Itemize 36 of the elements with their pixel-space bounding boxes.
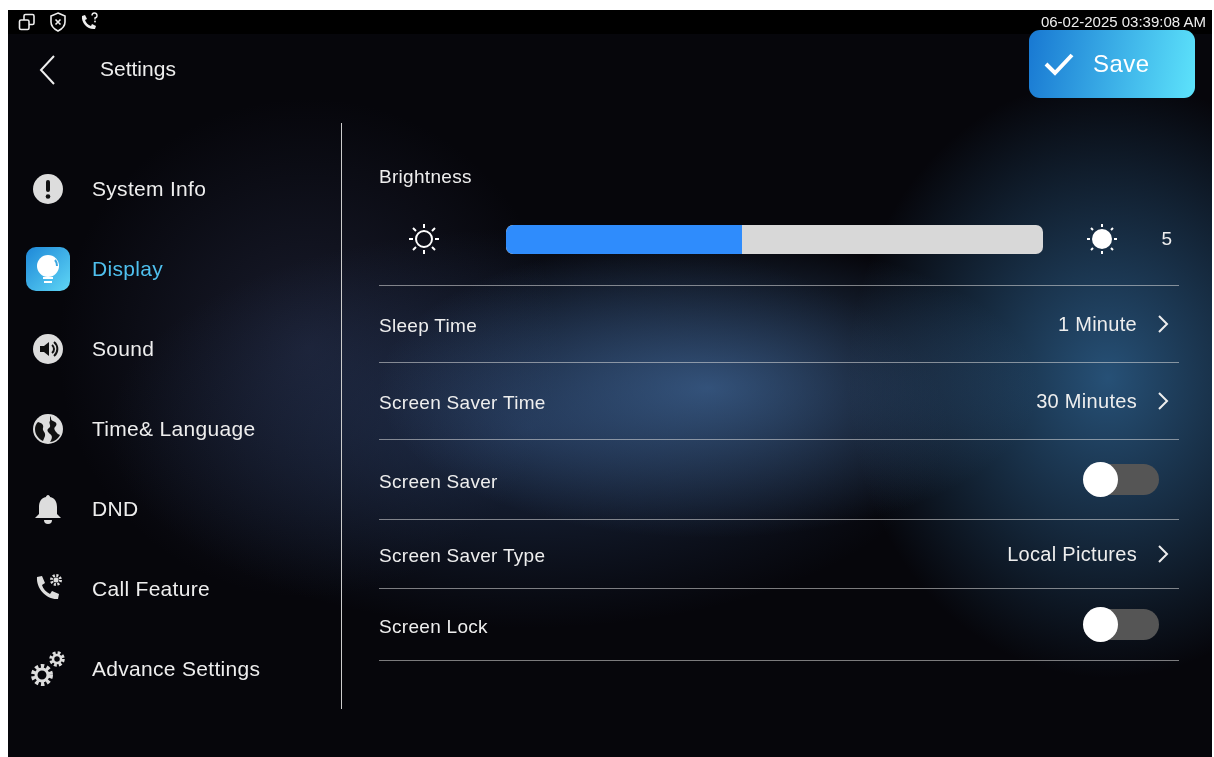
toggle-switch[interactable] bbox=[1083, 462, 1159, 497]
sidebar-item[interactable]: Display bbox=[92, 257, 163, 281]
setting-value[interactable]: 1 Minute bbox=[1057, 312, 1137, 336]
gears-icon bbox=[28, 649, 68, 689]
chevron-right-icon[interactable] bbox=[1157, 544, 1169, 564]
setting-label: Screen Lock bbox=[379, 615, 488, 638]
chevron-right-icon[interactable] bbox=[1157, 314, 1169, 334]
setting-label: Brightness bbox=[379, 166, 473, 188]
setting-label: Screen Saver bbox=[379, 470, 498, 493]
info-icon bbox=[32, 173, 64, 205]
toggle-switch[interactable] bbox=[1083, 607, 1159, 642]
sun-filled-icon bbox=[1085, 222, 1119, 256]
lightbulb-icon bbox=[25, 246, 71, 292]
chevron-right-icon[interactable] bbox=[1157, 391, 1169, 411]
sidebar-item[interactable]: DND bbox=[92, 497, 139, 521]
sidebar-item[interactable]: Advance Settings bbox=[92, 657, 261, 681]
sidebar-item[interactable]: Time& Language bbox=[92, 417, 256, 441]
sidebar-item[interactable]: System Info bbox=[92, 177, 207, 201]
brightness-slider[interactable] bbox=[506, 224, 1043, 254]
setting-label: Sleep Time bbox=[379, 315, 478, 337]
checkmark-icon bbox=[1043, 51, 1075, 76]
phone-question-icon bbox=[80, 11, 100, 32]
setting-value[interactable]: 30 Minutes bbox=[1036, 389, 1137, 413]
sidebar-item[interactable]: Call Feature bbox=[92, 577, 210, 601]
sidebar-item[interactable]: Sound bbox=[92, 337, 155, 361]
page-title: Settings bbox=[100, 57, 176, 82]
status-time: 06-02-2025 03:39:08 AM bbox=[1040, 13, 1206, 31]
shield-x-icon bbox=[49, 11, 67, 32]
sun-outline-icon bbox=[407, 222, 441, 256]
back-button[interactable] bbox=[38, 54, 56, 87]
brightness-reading: 5 bbox=[1160, 228, 1174, 250]
globe-icon bbox=[32, 413, 64, 445]
setting-label: Screen Saver Type bbox=[379, 545, 546, 567]
setting-value[interactable]: Local Pictures bbox=[1007, 542, 1137, 566]
setting-label: Screen Saver Time bbox=[379, 392, 546, 414]
speaker-icon bbox=[32, 333, 64, 365]
